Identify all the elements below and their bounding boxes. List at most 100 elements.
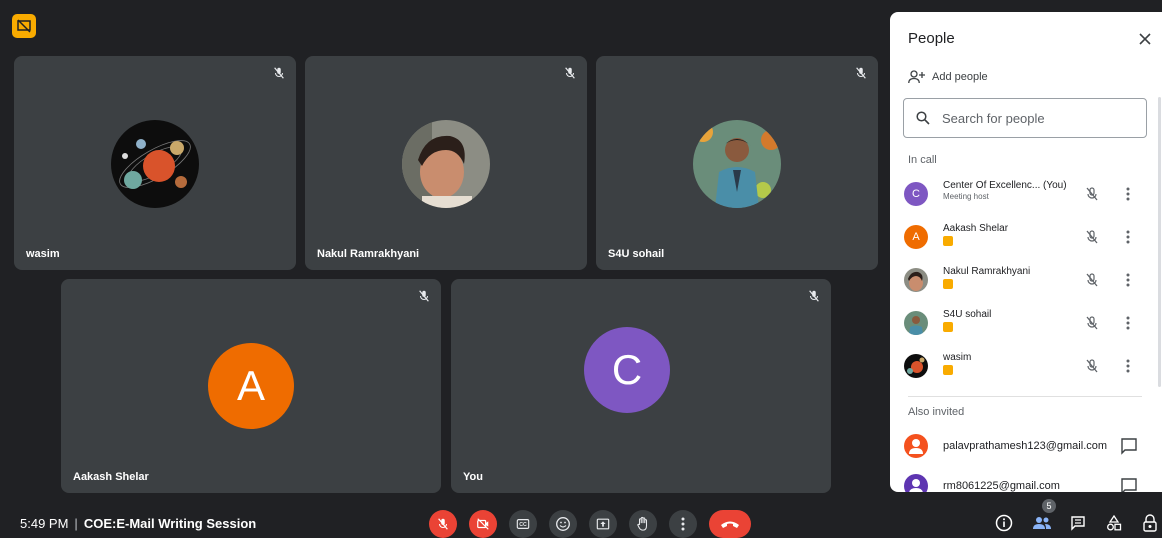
captions-icon: CC bbox=[516, 519, 530, 529]
separator: | bbox=[74, 516, 78, 531]
avatar-letter: A bbox=[208, 343, 294, 429]
mic-off-icon bbox=[565, 67, 575, 79]
activities-button[interactable] bbox=[1104, 513, 1124, 533]
participant-name: Aakash Shelar bbox=[943, 223, 1009, 234]
mic-off-icon bbox=[1086, 359, 1098, 373]
add-people-label: Add people bbox=[932, 71, 988, 83]
participant-row[interactable]: Nakul Ramrakhyani bbox=[904, 266, 1152, 300]
hang-up-icon bbox=[721, 521, 739, 528]
more-vert-icon[interactable] bbox=[1120, 271, 1136, 289]
search-input[interactable] bbox=[940, 109, 1124, 127]
invited-email: palavprathamesh123@gmail.com bbox=[943, 440, 1108, 452]
presentation-badge-icon[interactable] bbox=[12, 14, 36, 38]
present-screen-icon bbox=[596, 518, 610, 530]
invited-row[interactable]: rm8061225@gmail.com bbox=[904, 474, 1152, 492]
participant-row[interactable]: wasim bbox=[904, 352, 1152, 386]
chat-icon[interactable] bbox=[1120, 477, 1138, 492]
avatar: A bbox=[904, 225, 928, 249]
participant-tile-you[interactable]: C You bbox=[451, 279, 831, 493]
more-vert-icon[interactable] bbox=[1120, 185, 1136, 203]
tile-name: Aakash Shelar bbox=[73, 471, 149, 483]
meeting-details-button[interactable] bbox=[994, 513, 1014, 533]
presenting-badge-icon bbox=[943, 322, 953, 332]
tile-name: wasim bbox=[26, 248, 60, 260]
invited-row[interactable]: palavprathamesh123@gmail.com bbox=[904, 434, 1152, 464]
info-icon bbox=[995, 514, 1013, 532]
participant-row[interactable]: A Aakash Shelar bbox=[904, 223, 1152, 257]
presenting-badge-icon bbox=[943, 279, 953, 289]
presenting-badge-icon bbox=[943, 236, 953, 246]
also-invited-label: Also invited bbox=[908, 406, 965, 418]
avatar bbox=[693, 120, 781, 208]
avatar bbox=[904, 354, 928, 378]
mic-off-icon bbox=[1086, 316, 1098, 330]
activities-shapes-icon bbox=[1107, 515, 1122, 531]
people-button[interactable] bbox=[1032, 513, 1052, 533]
participant-tile-nakul[interactable]: Nakul Ramrakhyani bbox=[305, 56, 587, 270]
meeting-title: COE:E-Mail Writing Session bbox=[83, 516, 257, 531]
tile-name: S4U sohail bbox=[608, 248, 665, 260]
participant-row[interactable]: C Center Of Excellenc... (You) Meeting h… bbox=[904, 180, 1152, 214]
mic-off-icon bbox=[438, 518, 448, 530]
mic-off-icon bbox=[1086, 187, 1098, 201]
host-controls-button[interactable] bbox=[1140, 513, 1160, 533]
panel-scrollbar[interactable] bbox=[1158, 97, 1161, 387]
person-add-icon bbox=[908, 70, 925, 84]
emoji-button[interactable] bbox=[549, 510, 577, 538]
avatar-letter: C bbox=[584, 327, 670, 413]
chat-icon[interactable] bbox=[1120, 437, 1138, 455]
avatar bbox=[402, 120, 490, 208]
more-vert-icon[interactable] bbox=[1120, 228, 1136, 246]
more-options-button[interactable] bbox=[669, 510, 697, 538]
tile-name: Nakul Ramrakhyani bbox=[317, 248, 420, 260]
divider bbox=[908, 396, 1142, 397]
avatar bbox=[904, 268, 928, 292]
mic-off-icon bbox=[856, 67, 866, 79]
avatar bbox=[111, 120, 199, 208]
participant-name: Nakul Ramrakhyani bbox=[943, 266, 1031, 277]
meeting-time: 5:49 PM bbox=[20, 516, 69, 531]
add-people-button[interactable]: Add people bbox=[908, 70, 988, 84]
meeting-info: 5:49 PM | COE:E-Mail Writing Session bbox=[20, 516, 256, 531]
raise-hand-button[interactable] bbox=[629, 510, 657, 538]
more-vert-icon[interactable] bbox=[1120, 357, 1136, 375]
presenting-badge-icon bbox=[943, 365, 953, 375]
mic-toggle-button[interactable] bbox=[429, 510, 457, 538]
people-count-badge: 5 bbox=[1042, 499, 1056, 513]
mic-off-icon bbox=[419, 290, 429, 302]
participant-row[interactable]: S4U sohail bbox=[904, 309, 1152, 343]
raise-hand-icon bbox=[637, 516, 648, 531]
end-call-button[interactable] bbox=[709, 510, 751, 538]
panel-title: People bbox=[908, 30, 955, 47]
avatar bbox=[904, 434, 928, 458]
chat-button[interactable] bbox=[1068, 513, 1088, 533]
camera-off-icon bbox=[477, 518, 489, 530]
participant-tile-wasim[interactable]: wasim bbox=[14, 56, 296, 270]
svg-text:CC: CC bbox=[519, 522, 527, 528]
search-field[interactable] bbox=[903, 98, 1147, 138]
invited-email: rm8061225@gmail.com bbox=[943, 480, 1060, 492]
camera-toggle-button[interactable] bbox=[469, 510, 497, 538]
in-call-label: In call bbox=[908, 154, 937, 166]
tile-name: You bbox=[463, 471, 483, 483]
people-panel: People Add people In call C Center Of Ex… bbox=[890, 12, 1162, 492]
participant-name: wasim bbox=[943, 352, 972, 363]
mic-off-icon bbox=[809, 290, 819, 302]
participant-tile-aakash[interactable]: A Aakash Shelar bbox=[61, 279, 441, 493]
participant-name: S4U sohail bbox=[943, 309, 992, 320]
more-vert-icon bbox=[681, 517, 685, 531]
mic-off-icon bbox=[1086, 230, 1098, 244]
present-button[interactable] bbox=[589, 510, 617, 538]
avatar: C bbox=[904, 182, 928, 206]
participant-tile-s4u-sohail[interactable]: S4U sohail bbox=[596, 56, 878, 270]
lock-person-icon bbox=[1143, 514, 1157, 532]
emoji-icon bbox=[556, 517, 570, 531]
mic-off-icon bbox=[274, 67, 284, 79]
close-icon[interactable] bbox=[1136, 30, 1154, 48]
search-icon bbox=[916, 111, 930, 125]
captions-button[interactable]: CC bbox=[509, 510, 537, 538]
people-icon bbox=[1033, 517, 1051, 529]
more-vert-icon[interactable] bbox=[1120, 314, 1136, 332]
participant-name: Center Of Excellenc... (You) bbox=[943, 180, 1067, 191]
mic-off-icon bbox=[1086, 273, 1098, 287]
